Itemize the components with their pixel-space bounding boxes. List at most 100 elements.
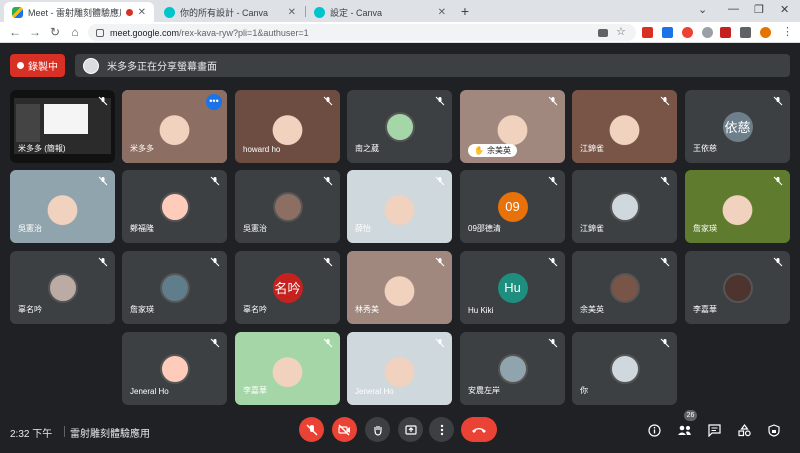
participant-tile[interactable]: 余美英: [572, 251, 677, 324]
profile-photo-avatar: [497, 353, 528, 384]
tab-search-icon[interactable]: ⌄: [698, 3, 707, 16]
camera-toggle-button[interactable]: [332, 417, 357, 442]
present-screen-button[interactable]: [398, 417, 423, 442]
profile-photo-avatar: [159, 191, 190, 222]
home-button[interactable]: ⌂: [68, 25, 82, 39]
shield-lock-icon: [768, 423, 780, 437]
new-tab-button[interactable]: +: [456, 2, 474, 20]
participant-tile[interactable]: howard ho: [235, 90, 340, 163]
recording-badge: 錄製中: [10, 54, 65, 77]
participants-button[interactable]: [676, 422, 692, 438]
camera-indicator-icon[interactable]: [598, 29, 608, 37]
mic-muted-icon: [773, 176, 783, 186]
mic-off-icon: [306, 424, 317, 435]
lock-icon: [96, 28, 104, 37]
participant-tile[interactable]: 吳憲治: [10, 170, 115, 243]
participant-name: 南之葳: [355, 144, 379, 153]
mic-muted-icon: [323, 96, 333, 106]
mic-muted-icon: [773, 96, 783, 106]
browser-tab-strip: Meet - 雷射雕刻體驗應用 ✕ 你的所有設計 - Canva ✕ 設定 - …: [0, 0, 800, 22]
profile-photo-avatar: [272, 191, 303, 222]
mic-muted-icon: [98, 257, 108, 267]
extension-icon[interactable]: [662, 27, 673, 38]
participant-tile[interactable]: 詹家瑛: [685, 170, 790, 243]
participant-tile[interactable]: ••• 米多多: [122, 90, 227, 163]
participant-tile[interactable]: Hu Hu Kiki: [460, 251, 565, 324]
participant-count-badge: 26: [684, 410, 697, 421]
participant-tile[interactable]: ✋ 余美英: [460, 90, 565, 163]
participant-tile[interactable]: 依慈 王依慈: [685, 90, 790, 163]
back-button[interactable]: ←: [8, 25, 22, 39]
extensions-puzzle-icon[interactable]: [740, 27, 751, 38]
tab-canva-designs[interactable]: 你的所有設計 - Canva ✕: [156, 2, 304, 22]
participant-tile[interactable]: 林秀美: [347, 251, 452, 324]
hand-icon: ✋: [474, 146, 484, 155]
mic-muted-icon: [548, 176, 558, 186]
close-tab-icon[interactable]: ✕: [438, 7, 446, 18]
participant-name: 薛怡: [355, 224, 371, 233]
minimize-button[interactable]: —: [728, 3, 739, 15]
profile-avatar[interactable]: [760, 27, 771, 38]
recording-dot-icon: [17, 62, 24, 69]
presenter-avatar: [83, 57, 99, 74]
browser-menu-icon[interactable]: ⋮: [782, 25, 793, 38]
tile-more-options-icon[interactable]: •••: [206, 94, 222, 110]
participant-tile[interactable]: 薛怡: [347, 170, 452, 243]
participant-name: 江錦雀: [580, 224, 604, 233]
raise-hand-button[interactable]: [365, 417, 390, 442]
participant-tile[interactable]: 李嘉華: [235, 332, 340, 405]
tab-canva-settings[interactable]: 設定 - Canva ✕: [306, 2, 454, 22]
reload-button[interactable]: ↻: [48, 25, 62, 39]
meet-favicon-icon: [12, 6, 23, 18]
participant-tile[interactable]: 吳憲治: [235, 170, 340, 243]
maximize-button[interactable]: ❐: [754, 3, 764, 16]
more-options-button[interactable]: [429, 417, 454, 442]
participant-tile[interactable]: 名吟 辜名吟: [235, 251, 340, 324]
participant-tile[interactable]: 09 09邵德清: [460, 170, 565, 243]
mic-muted-icon: [323, 257, 333, 267]
activities-button[interactable]: [736, 422, 752, 438]
mic-muted-icon: [548, 257, 558, 267]
leave-call-button[interactable]: [461, 417, 497, 442]
participant-tile[interactable]: 李嘉華: [685, 251, 790, 324]
profile-photo-avatar: [159, 272, 190, 303]
participant-tile[interactable]: 江錦雀: [572, 90, 677, 163]
participant-tile[interactable]: Jeneral Ho: [347, 332, 452, 405]
profile-photo-avatar: [47, 272, 78, 303]
close-tab-icon[interactable]: ✕: [288, 7, 296, 18]
participant-tile[interactable]: 詹家瑛: [122, 251, 227, 324]
participant-name: 辜名吟: [18, 305, 42, 314]
participant-tile[interactable]: 你: [572, 332, 677, 405]
participant-name: 余美英: [580, 305, 604, 314]
tab-meet[interactable]: Meet - 雷射雕刻體驗應用 ✕: [4, 2, 154, 22]
extension-icon[interactable]: [702, 27, 713, 38]
host-controls-button[interactable]: [766, 422, 782, 438]
extension-icon[interactable]: [720, 27, 731, 38]
mic-muted-icon: [435, 96, 445, 106]
forward-button[interactable]: →: [28, 25, 42, 39]
mic-muted-icon: [660, 176, 670, 186]
bookmark-star-icon[interactable]: ☆: [616, 25, 627, 38]
participant-name: 米多多 (簡報): [18, 144, 66, 153]
extension-icon[interactable]: [642, 27, 653, 38]
address-bar[interactable]: meet.google.com/rex-kava-ryw?pli=1&authu…: [88, 24, 636, 41]
tab-title: 設定 - Canva: [330, 7, 383, 18]
extension-icon[interactable]: [682, 27, 693, 38]
meeting-details-button[interactable]: [646, 422, 662, 438]
microphone-toggle-button[interactable]: [299, 417, 324, 442]
participant-tile[interactable]: 鄭福隆: [122, 170, 227, 243]
participant-tile[interactable]: 米多多 (簡報): [10, 90, 115, 163]
camera-off-icon: [338, 424, 350, 435]
meet-area: 錄製中 米多多正在分享螢幕畫面 米多多 (簡報) ••• 米多多 howard ho 南…: [0, 43, 800, 453]
participant-tile[interactable]: 安農左岸: [460, 332, 565, 405]
participant-tile[interactable]: Jeneral Ho: [122, 332, 227, 405]
participant-tile[interactable]: 江錦雀: [572, 170, 677, 243]
participant-tile[interactable]: 南之葳: [347, 90, 452, 163]
present-icon: [404, 424, 417, 435]
mic-muted-icon: [548, 338, 558, 348]
close-window-button[interactable]: ✕: [780, 3, 789, 16]
close-tab-icon[interactable]: ✕: [138, 7, 146, 18]
hangup-icon: [472, 427, 486, 433]
participant-tile[interactable]: 辜名吟: [10, 251, 115, 324]
chat-button[interactable]: [706, 422, 722, 438]
